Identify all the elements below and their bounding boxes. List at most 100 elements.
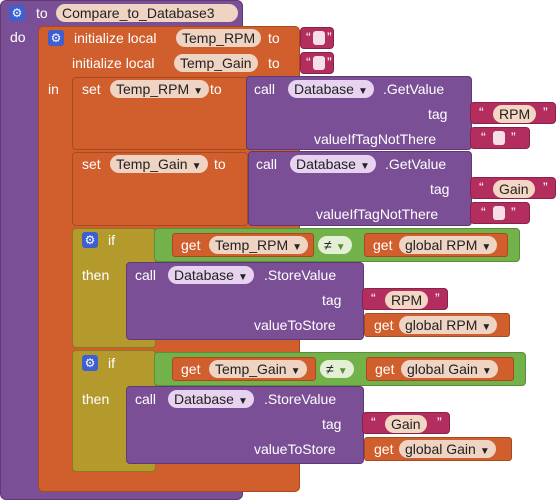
get-global-name: global RPM: [405, 317, 478, 333]
text-value[interactable]: RPM: [385, 291, 429, 309]
quote-open: “: [306, 54, 311, 70]
get-global-dropdown[interactable]: global Gain ▼: [401, 360, 498, 378]
text-block-rpm[interactable]: “ RPM ”: [362, 288, 448, 310]
dropdown-arrow-icon: ▼: [481, 242, 492, 253]
quote-open: “: [306, 29, 311, 45]
get-label: get: [374, 441, 394, 457]
component-dropdown[interactable]: Database ▼: [168, 266, 254, 284]
set-var-dropdown[interactable]: Temp_Gain ▼: [110, 155, 208, 173]
get-var-name: Temp_RPM: [215, 237, 289, 253]
quote-close: ”: [437, 414, 442, 430]
text-value[interactable]: Gain: [385, 415, 427, 433]
quote-open: “: [479, 104, 484, 120]
set-to-label: to: [210, 81, 222, 97]
get-global-dropdown[interactable]: global RPM ▼: [399, 236, 498, 254]
gear-icon[interactable]: ⚙: [9, 5, 25, 21]
get-global-dropdown[interactable]: global Gain ▼: [399, 440, 496, 458]
empty-string[interactable]: [493, 131, 505, 145]
text-value[interactable]: RPM: [493, 105, 537, 123]
tag-label: tag: [322, 416, 342, 432]
method-label: .GetValue: [383, 81, 445, 97]
get-var-name: Temp_Gain: [215, 361, 287, 377]
get-var-dropdown[interactable]: Temp_RPM ▼: [209, 236, 309, 254]
proc-do-label: do: [10, 29, 26, 45]
tag-label: tag: [322, 292, 342, 308]
empty-string[interactable]: [313, 31, 325, 45]
empty-text-block[interactable]: “ ”: [300, 52, 334, 74]
then-label: then: [82, 391, 110, 407]
quote-close: ”: [511, 204, 516, 220]
component-name: Database: [174, 267, 234, 283]
dropdown-arrow-icon: ▼: [357, 86, 368, 97]
call-label: call: [135, 391, 157, 407]
local-var-temp-rpm[interactable]: Temp_RPM: [176, 29, 262, 47]
dropdown-arrow-icon: ▼: [237, 396, 248, 407]
get-var-dropdown[interactable]: Temp_Gain ▼: [209, 360, 307, 378]
get-global-name: global RPM: [405, 237, 478, 253]
component-dropdown[interactable]: Database ▼: [288, 80, 374, 98]
call-label: call: [135, 267, 157, 283]
quote-close: ”: [511, 129, 516, 145]
set-var-name: Temp_RPM: [116, 81, 190, 97]
store-label: valueToStore: [254, 317, 336, 333]
local-var-temp-gain[interactable]: Temp_Gain: [174, 54, 258, 72]
set-var-name: Temp_Gain: [116, 156, 188, 172]
quote-close: ”: [543, 179, 548, 195]
default-label: valueIfTagNotThere: [314, 131, 437, 147]
default-label: valueIfTagNotThere: [316, 206, 439, 222]
quote-open: “: [479, 179, 484, 195]
dropdown-arrow-icon: ▼: [481, 366, 492, 377]
init-label: initialize local: [72, 55, 155, 71]
empty-text-block[interactable]: “ ”: [300, 27, 334, 49]
set-label: set: [82, 81, 101, 97]
init-to-label: to: [268, 30, 280, 46]
dropdown-arrow-icon: ▼: [337, 366, 348, 377]
quote-open: “: [371, 414, 376, 430]
if-label: if: [108, 355, 115, 371]
quote-close: ”: [327, 54, 332, 70]
quote-open: “: [481, 129, 486, 145]
dropdown-arrow-icon: ▼: [290, 366, 301, 377]
get-label: get: [374, 317, 394, 333]
call-label: call: [256, 156, 278, 172]
tag-label: tag: [430, 181, 450, 197]
get-label: get: [181, 361, 201, 377]
text-block-gain[interactable]: “ Gain ”: [470, 177, 556, 199]
empty-text-block[interactable]: “ ”: [470, 202, 530, 224]
text-value[interactable]: Gain: [493, 180, 535, 198]
in-label: in: [48, 81, 59, 97]
component-dropdown[interactable]: Database ▼: [168, 390, 254, 408]
get-global-name: global Gain: [407, 361, 478, 377]
operator: ≠: [324, 237, 332, 253]
component-dropdown[interactable]: Database ▼: [290, 155, 376, 173]
init-to-label: to: [268, 55, 280, 71]
set-var-dropdown[interactable]: Temp_RPM ▼: [110, 80, 210, 98]
then-label: then: [82, 267, 110, 283]
empty-string[interactable]: [493, 206, 505, 220]
store-label: valueToStore: [254, 441, 336, 457]
text-block-rpm[interactable]: “ RPM ”: [470, 102, 556, 124]
component-name: Database: [294, 81, 354, 97]
dropdown-arrow-icon: ▼: [359, 161, 370, 172]
gear-icon[interactable]: ⚙: [48, 30, 64, 46]
dropdown-arrow-icon: ▼: [237, 272, 248, 283]
component-name: Database: [296, 156, 356, 172]
method-label: .GetValue: [385, 156, 447, 172]
empty-string[interactable]: [313, 56, 325, 70]
get-label: get: [375, 361, 395, 377]
operator-dropdown[interactable]: ≠ ▼: [318, 236, 352, 254]
method-label: .StoreValue: [264, 267, 337, 283]
if-label: if: [108, 232, 115, 248]
quote-close: ”: [327, 29, 332, 45]
gear-icon[interactable]: ⚙: [82, 232, 98, 248]
empty-text-block[interactable]: “ ”: [470, 127, 530, 149]
gear-icon[interactable]: ⚙: [82, 355, 98, 371]
quote-open: “: [371, 290, 376, 306]
operator-dropdown[interactable]: ≠ ▼: [320, 360, 354, 378]
procedure-name[interactable]: Compare_to_Database3: [56, 4, 238, 22]
text-block-gain[interactable]: “ Gain ”: [362, 412, 450, 434]
method-label: .StoreValue: [264, 391, 337, 407]
set-to-label: to: [214, 156, 226, 172]
operator: ≠: [326, 361, 334, 377]
get-global-dropdown[interactable]: global RPM ▼: [399, 316, 498, 334]
